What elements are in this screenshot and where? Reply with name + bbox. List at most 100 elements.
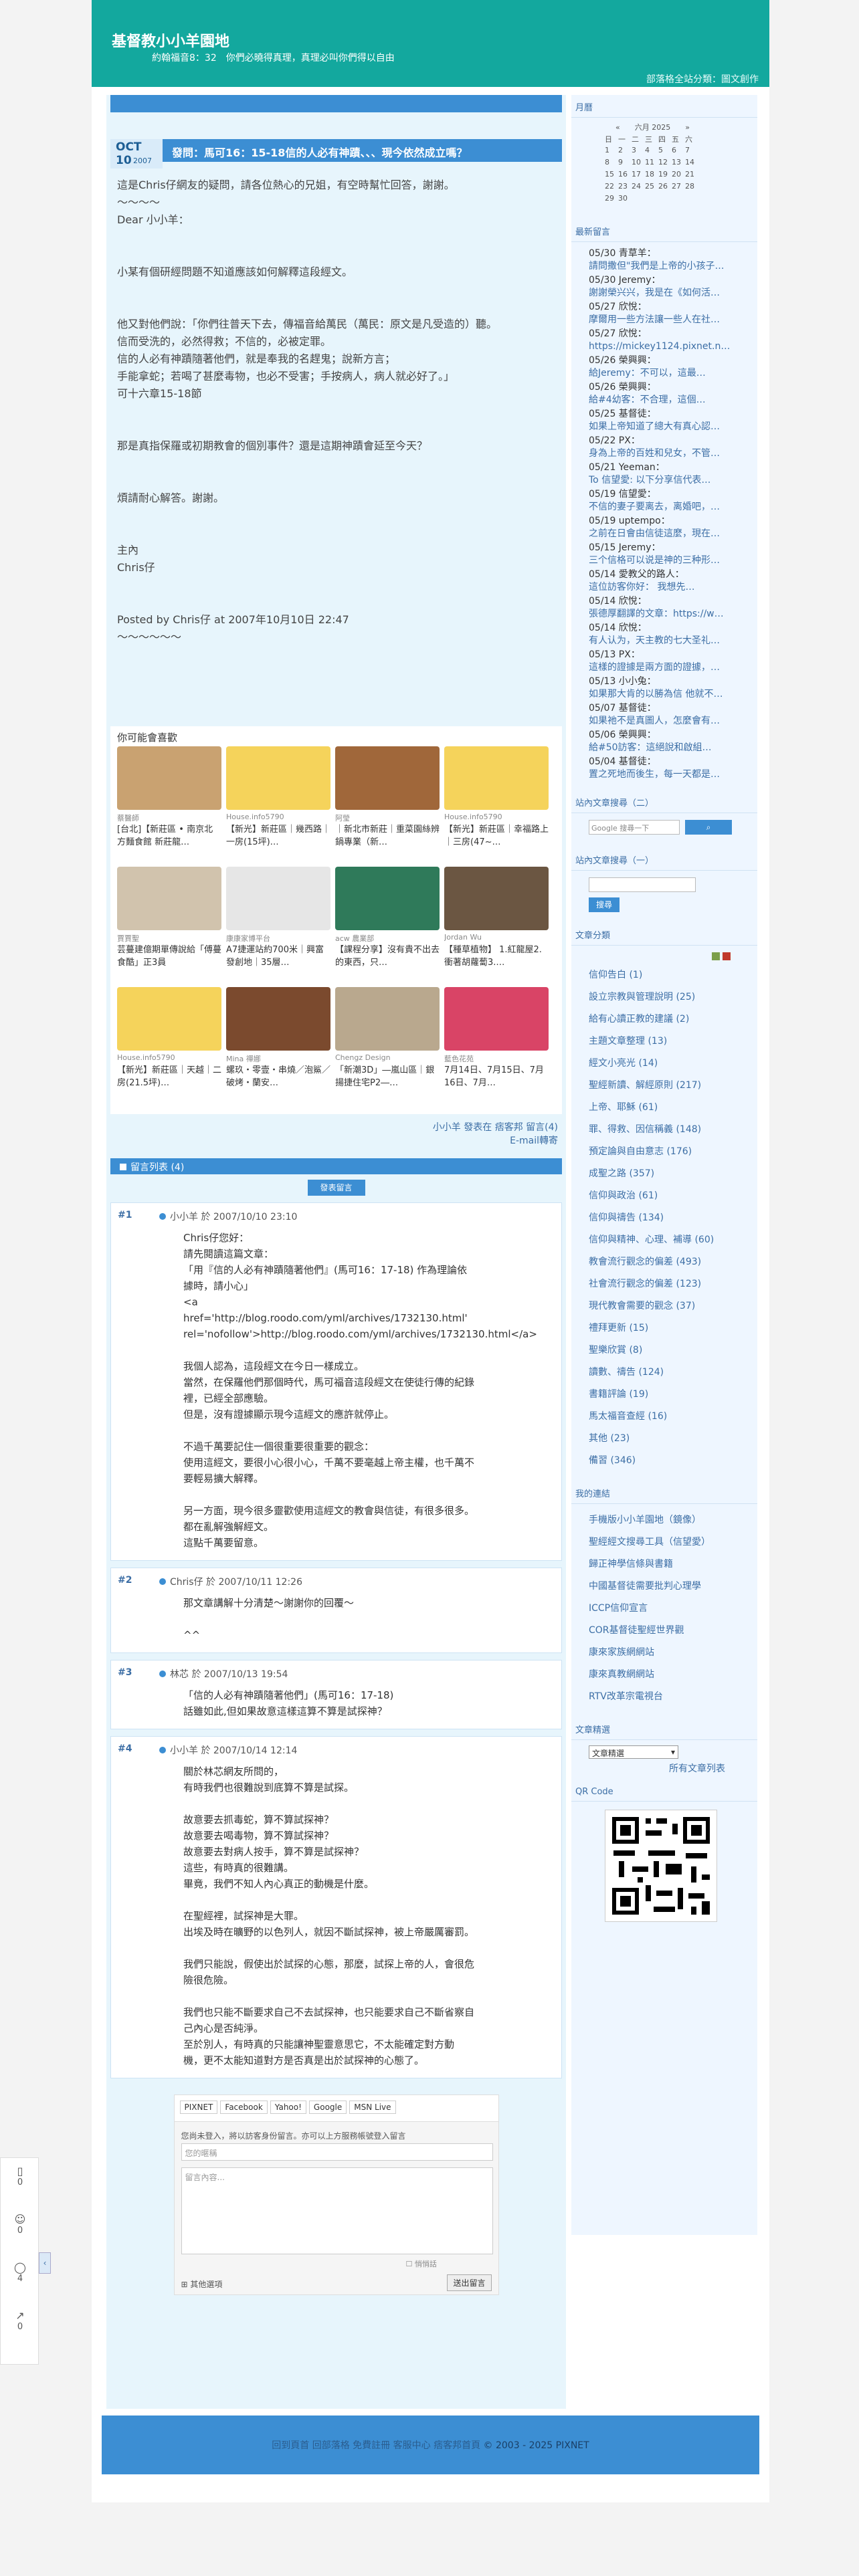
recommended-card[interactable]: House.info5790 【新光】新莊區｜天越｜二房(21.5坪)… [117,987,221,1102]
category-link[interactable]: 主題文章整理 (13) [571,1031,757,1053]
recent-comment-item[interactable]: 05/27 欣悅： https://mickey1124.pixnet.n… [571,328,757,353]
category-link[interactable]: 備習 (346) [571,1450,757,1472]
calendar-day[interactable]: 24 [632,182,645,194]
calendar-day[interactable]: 22 [605,182,618,194]
category-link[interactable]: 預定論與自由意志 (176) [571,1141,757,1163]
calendar-day[interactable]: 28 [685,182,698,194]
recent-comment-item[interactable]: 05/06 榮興興： 給#50訪客：這絕說和啟組… [571,729,757,754]
recent-comment-item[interactable]: 05/14 欣悅： 有人认为，天主教的七大圣礼… [571,622,757,647]
recent-comment-excerpt[interactable]: 給Jeremy：不可以，這最… [589,367,749,380]
login-tab[interactable]: Facebook [220,2101,268,2114]
calendar-month-nav[interactable]: « 六月 2025 » [605,122,757,134]
calendar-day[interactable]: 9 [618,158,632,170]
recent-comment-item[interactable]: 05/22 PX： 身為上帝的百姓和兒女，不管… [571,435,757,460]
comment-number[interactable]: #2 [118,1575,132,1586]
recent-comment-item[interactable]: 05/26 榮興興： 給#4幼客：不合理，這個… [571,381,757,407]
category-link[interactable]: 教會流行觀念的偏差 (493) [571,1251,757,1273]
recent-comment-item[interactable]: 05/19 信望愛： 不信的妻子要离去，离婚吧，… [571,488,757,514]
recent-comment-excerpt[interactable]: 如果上帝知道了總大有真心認… [589,421,749,433]
calendar-day[interactable]: 1 [605,146,618,158]
site-search-button[interactable]: 搜尋 [589,897,619,912]
recent-comment-item[interactable]: 05/25 基督徒： 如果上帝知道了總大有真心認… [571,408,757,433]
sidebar-link[interactable]: 手機版小小羊園地（鏡像） [571,1509,757,1531]
calendar-day[interactable]: 20 [672,170,685,182]
category-link[interactable]: 聖樂欣賞 (8) [571,1339,757,1362]
calendar-day[interactable]: 27 [672,182,685,194]
calendar-day[interactable]: 5 [658,146,672,158]
recent-comment-item[interactable]: 05/13 小小兔： 如果那大肯的以勝為信 他就不… [571,675,757,701]
sidebar-link[interactable]: 聖經經文搜尋工具（信望愛） [571,1531,757,1553]
post-title[interactable]: 發問：馬可16：15-18信的人必有神蹟、、、現今依然成立嗎？ [163,139,562,162]
comment-number[interactable]: #3 [118,1667,132,1678]
category-link[interactable]: 聖經新讀、解經原則 (217) [571,1075,757,1097]
calendar-day[interactable]: 17 [632,170,645,182]
recent-comment-excerpt[interactable]: 摩爾用一些方法讓一些人在社… [589,314,749,326]
like-action[interactable]: ☺ 0 [1,2213,39,2236]
comment-number[interactable]: #4 [118,1743,132,1754]
google-search-button[interactable]: ⌕ [685,820,732,835]
recent-comment-item[interactable]: 05/13 PX： 這樣的證據是兩方面的證據，… [571,649,757,674]
calendar-day[interactable]: 15 [605,170,618,182]
category-link[interactable]: 信仰與政治 (61) [571,1185,757,1207]
more-options-toggle[interactable]: ⊞ 其他選項 [181,2278,223,2290]
calendar-day[interactable]: 11 [645,158,658,170]
calendar-day[interactable]: 3 [632,146,645,158]
email-forward-link[interactable]: E-mail轉寄 [106,1134,558,1148]
recent-comment-excerpt[interactable]: 有人认为，天主教的七大圣礼… [589,635,749,647]
recent-comment-item[interactable]: 05/15 Jeremy： 三个信格可以说是神的三种形… [571,542,757,567]
calendar-day[interactable]: 13 [672,158,685,170]
comment-action[interactable]: ◯ 4 [1,2261,39,2284]
recent-comment-item[interactable]: 05/19 uptempo： 之前在日會由信徒這麼，現在… [571,515,757,540]
recent-comment-item[interactable]: 05/26 榮興興： 給Jeremy：不可以，這最… [571,354,757,380]
sidebar-link[interactable]: 康來真教網網站 [571,1664,757,1686]
category-link[interactable]: 社會流行觀念的偏差 (123) [571,1273,757,1295]
private-checkbox[interactable]: ☐ 悄悄話 [406,2258,437,2269]
footer-links[interactable]: 回到頁首 回部落格 免費註冊 客服中心 痞客邦首頁 [272,2440,480,2451]
category-link[interactable]: 設立宗教與管理說明 (25) [571,986,757,1008]
category-link[interactable]: 經文小亮光 (14) [571,1053,757,1075]
recent-comment-excerpt[interactable]: 謝謝榮兴兴，我是在《如何活… [589,287,749,300]
calendar-day[interactable]: 30 [618,194,632,206]
recent-comment-item[interactable]: 05/14 愛教父的路人： 這位訪客你好： 我想先… [571,568,757,594]
recommended-card[interactable]: acw 農業部 【課程分享】沒有貴不出去的東西，只… [335,867,440,982]
login-tab[interactable]: MSN Live [349,2101,396,2114]
all-articles-link[interactable]: 所有文章列表 [669,1761,725,1775]
recent-comment-excerpt[interactable]: 給#50訪客：這絕說和啟組… [589,742,749,754]
recommended-card[interactable]: 康康家博平台 A7捷運站約700米｜興富發創地｜35層… [226,867,330,982]
calendar-day[interactable] [658,194,672,206]
tag-icon[interactable] [723,952,731,960]
calendar-day[interactable]: 29 [605,194,618,206]
featured-select[interactable]: 文章精選 ▾ [589,1745,678,1759]
recent-comment-excerpt[interactable]: 如果那大肯的以勝為信 他就不… [589,688,749,701]
recent-comment-excerpt[interactable]: 請問撒但"我們是上帝的小孩子… [589,260,749,273]
calendar-day[interactable]: 21 [685,170,698,182]
recent-comment-item[interactable]: 05/21 Yeeman： To 信望愛: 以下分享信代表… [571,461,757,487]
recent-comment-excerpt[interactable]: 身為上帝的百姓和兒女，不管… [589,447,749,460]
calendar-day[interactable] [632,194,645,206]
login-tab[interactable]: PIXNET [179,2101,218,2114]
calendar-day[interactable] [672,194,685,206]
site-category-link[interactable]: 部落格全站分類：圖文創作 [646,72,759,86]
sidebar-link[interactable]: 中國基督徒需要批判心理學 [571,1576,757,1598]
category-link[interactable]: 上帝、耶穌 (61) [571,1097,757,1119]
calendar-day[interactable]: 19 [658,170,672,182]
calendar-day[interactable]: 25 [645,182,658,194]
submit-comment-button[interactable]: 送出留言 [447,2274,492,2291]
recent-comment-item[interactable]: 05/07 基督徒： 如果祂不是真圖人，怎麼會有… [571,702,757,728]
category-link[interactable]: 給有心讀正教的建議 (2) [571,1008,757,1031]
recommended-card[interactable]: Chengz Design 「新潮3D」―嵐山區｜銀揚捷住宅P2―… [335,987,440,1102]
calendar-day[interactable]: 14 [685,158,698,170]
calendar-day[interactable]: 12 [658,158,672,170]
calendar-day[interactable]: 23 [618,182,632,194]
recent-comment-excerpt[interactable]: 不信的妻子要离去，离婚吧，… [589,501,749,514]
sidebar-link[interactable]: COR基督徒聖經世界觀 [571,1620,757,1642]
calendar-day[interactable]: 2 [618,146,632,158]
category-link[interactable]: 讀數、禱告 (124) [571,1362,757,1384]
category-link[interactable]: 其他 (23) [571,1428,757,1450]
recommended-card[interactable]: 藍色花苑 7月14日、7月15日、7月16日、7月… [444,987,549,1102]
sidebar-link[interactable]: 康來家族網網站 [571,1642,757,1664]
recent-comment-excerpt[interactable]: 如果祂不是真圖人，怎麼會有… [589,715,749,728]
recent-comment-excerpt[interactable]: 這位訪客你好： 我想先… [589,581,749,594]
post-footer-meta[interactable]: 小小羊 發表在 痞客邦 留言(4) [106,1121,558,1134]
recent-comment-excerpt[interactable]: 給#4幼客：不合理，這個… [589,394,749,407]
